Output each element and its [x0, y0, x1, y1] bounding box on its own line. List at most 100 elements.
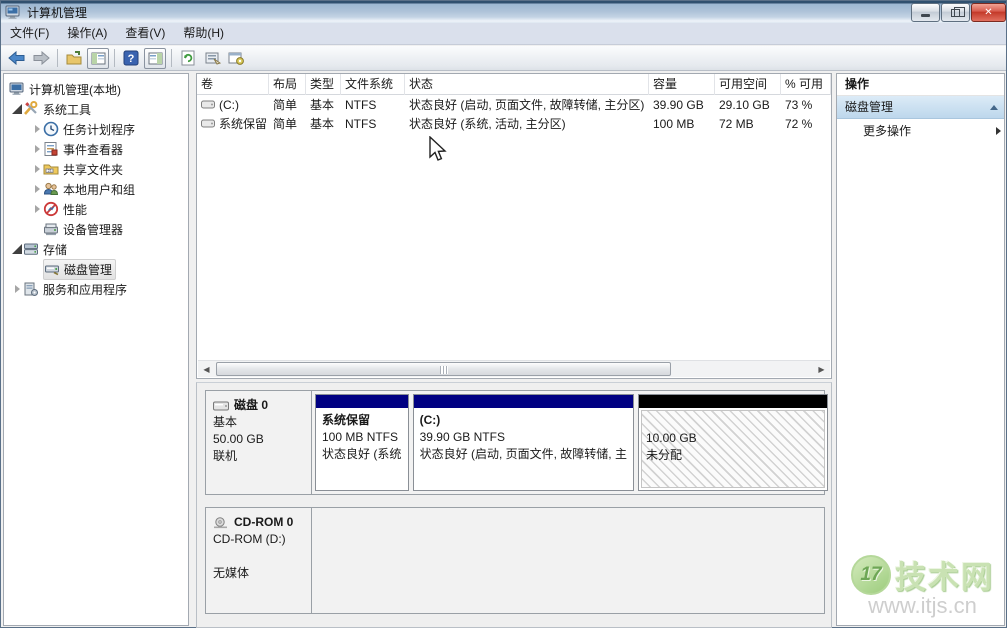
scroll-right-icon[interactable]: ▶: [813, 361, 830, 377]
export-list-icon[interactable]: [63, 48, 85, 69]
column-header-type[interactable]: 类型: [306, 74, 341, 95]
collapsed-arrow-icon[interactable]: [31, 185, 43, 193]
column-header-capacity[interactable]: 容量: [649, 74, 715, 95]
device-manager-icon: [43, 221, 60, 237]
back-icon[interactable]: [6, 48, 28, 69]
expanded-arrow-icon[interactable]: [11, 104, 23, 114]
toolbar-separator: [57, 49, 58, 67]
cell-percent-free: 72 %: [781, 117, 831, 131]
partition-c[interactable]: (C:) 39.90 GB NTFS 状态良好 (启动, 页面文件, 故障转储,…: [413, 394, 634, 491]
menu-help[interactable]: 帮助(H): [174, 23, 233, 44]
collapsed-arrow-icon[interactable]: [11, 285, 23, 293]
tree-item-storage[interactable]: 存储: [4, 239, 188, 259]
volume-row-system-reserved[interactable]: 系统保留 简单 基本 NTFS 状态良好 (系统, 活动, 主分区) 100 M…: [197, 114, 831, 133]
toolbar: ?: [1, 46, 1006, 71]
minimize-button[interactable]: [911, 3, 940, 22]
disk-management-icon: [44, 261, 61, 277]
column-header-status[interactable]: 状态: [405, 74, 649, 95]
more-actions-item[interactable]: 更多操作: [837, 119, 1004, 143]
actions-pane: 操作 磁盘管理 更多操作: [836, 73, 1005, 626]
computer-icon: [9, 81, 26, 97]
cell-layout: 简单: [269, 96, 306, 113]
window-title: 计算机管理: [27, 4, 87, 21]
collapse-arrow-icon[interactable]: [990, 105, 998, 110]
expanded-arrow-icon[interactable]: [11, 244, 23, 254]
console-window-icon[interactable]: [225, 48, 247, 69]
cell-percent-free: 73 %: [781, 98, 831, 112]
collapsed-arrow-icon[interactable]: [31, 165, 43, 173]
disk-icon: [213, 401, 229, 411]
toolbar-separator: [171, 49, 172, 67]
collapsed-arrow-icon[interactable]: [31, 205, 43, 213]
tree-item-system-tools[interactable]: 系统工具: [4, 99, 188, 119]
column-header-layout[interactable]: 布局: [269, 74, 306, 95]
services-icon: [23, 281, 40, 297]
column-header-volume[interactable]: 卷: [197, 74, 269, 95]
cdrom-media-status: 无媒体: [213, 565, 304, 582]
menu-action[interactable]: 操作(A): [58, 23, 116, 44]
disk-graphical-pane: 磁盘 0 基本 50.00 GB 联机 系统保留 100 MB NTFS 状态良…: [196, 382, 832, 628]
collapsed-arrow-icon[interactable]: [31, 145, 43, 153]
action-pane-toggle-icon[interactable]: [144, 48, 166, 69]
disk-name: 磁盘 0: [234, 397, 268, 414]
tree-item-label: 事件查看器: [60, 140, 126, 159]
more-actions-label: 更多操作: [863, 124, 911, 138]
volume-icon: [201, 119, 215, 128]
cdrom-name: CD-ROM 0: [234, 514, 293, 531]
expand-arrow-icon[interactable]: [996, 127, 1001, 135]
properties-icon[interactable]: [201, 48, 223, 69]
tree-item-services-and-applications[interactable]: 服务和应用程序: [4, 279, 188, 299]
tree-item-disk-management[interactable]: 磁盘管理: [4, 259, 188, 279]
partition-status: 状态良好 (启动, 页面文件, 故障转储, 主: [420, 446, 627, 463]
close-icon: ✕: [984, 7, 992, 18]
console-tree-toggle-icon[interactable]: [87, 48, 109, 69]
console-tree: 计算机管理(本地) 系统工具 任务计划程序 事件查看器: [4, 74, 188, 299]
close-button[interactable]: ✕: [971, 3, 1006, 22]
volume-row-c[interactable]: (C:) 简单 基本 NTFS 状态良好 (启动, 页面文件, 故障转储, 主分…: [197, 95, 831, 114]
column-header-filesystem[interactable]: 文件系统: [341, 74, 405, 95]
local-users-icon: [43, 181, 60, 197]
cell-layout: 简单: [269, 115, 306, 132]
partition-color-bar: [414, 395, 633, 408]
column-header-percent-free[interactable]: % 可用: [781, 74, 831, 95]
partition-color-bar: [639, 395, 827, 408]
menu-view[interactable]: 查看(V): [116, 23, 174, 44]
tree-item-local-users-and-groups[interactable]: 本地用户和组: [4, 179, 188, 199]
help-icon[interactable]: ?: [120, 48, 142, 69]
tree-item-task-scheduler[interactable]: 任务计划程序: [4, 119, 188, 139]
refresh-icon[interactable]: [177, 48, 199, 69]
cell-capacity: 100 MB: [649, 117, 715, 131]
tree-item-shared-folders[interactable]: 23 共享文件夹: [4, 159, 188, 179]
partition-system-reserved[interactable]: 系统保留 100 MB NTFS 状态良好 (系统: [315, 394, 409, 491]
disk-status: 联机: [213, 448, 304, 465]
maximize-button[interactable]: [941, 3, 970, 22]
storage-icon: [23, 241, 40, 257]
scrollbar-thumb[interactable]: [216, 362, 671, 376]
tree-item-performance[interactable]: 性能: [4, 199, 188, 219]
tree-item-event-viewer[interactable]: 事件查看器: [4, 139, 188, 159]
collapsed-arrow-icon[interactable]: [31, 125, 43, 133]
horizontal-scrollbar[interactable]: ◀ ▶: [198, 360, 830, 377]
maximize-icon: [951, 9, 960, 17]
tree-item-computer-management[interactable]: 计算机管理(本地): [4, 79, 188, 99]
cell-status: 状态良好 (启动, 页面文件, 故障转储, 主分区): [405, 96, 649, 113]
partition-unallocated[interactable]: 10.00 GB 未分配: [638, 394, 828, 491]
cdrom-icon: [213, 517, 229, 529]
task-scheduler-icon: [43, 121, 60, 137]
column-header-free-space[interactable]: 可用空间: [715, 74, 781, 95]
scroll-left-icon[interactable]: ◀: [198, 361, 215, 377]
forward-icon[interactable]: [30, 48, 52, 69]
computer-management-window: { "window": { "title": "计算机管理", "control…: [0, 0, 1007, 628]
tree-item-label: 计算机管理(本地): [26, 80, 124, 99]
cell-status: 状态良好 (系统, 活动, 主分区): [405, 115, 649, 132]
title-bar[interactable]: 计算机管理 ✕: [1, 1, 1006, 23]
partition-name: 系统保留: [322, 412, 402, 429]
actions-item-disk-management[interactable]: 磁盘管理: [837, 96, 1004, 119]
partition-status: 未分配: [646, 447, 820, 464]
toolbar-separator: [114, 49, 115, 67]
disk-0-label-panel[interactable]: 磁盘 0 基本 50.00 GB 联机: [206, 391, 312, 494]
tree-item-device-manager[interactable]: 设备管理器: [4, 219, 188, 239]
menu-file[interactable]: 文件(F): [1, 23, 58, 44]
partition-detail: 100 MB NTFS: [322, 429, 402, 446]
cdrom-0-label-panel[interactable]: CD-ROM 0 CD-ROM (D:) 无媒体: [206, 508, 312, 613]
